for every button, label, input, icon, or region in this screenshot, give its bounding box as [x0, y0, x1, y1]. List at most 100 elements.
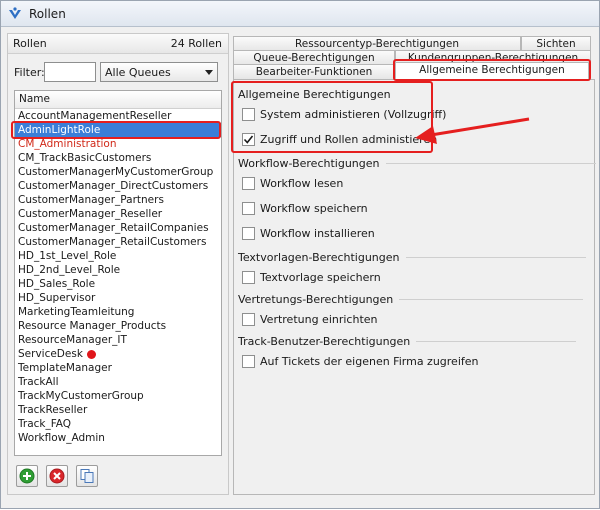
highlight-general-permissions	[231, 81, 433, 153]
tab-bearbeiter-funktionen[interactable]: Bearbeiter-Funktionen	[233, 64, 395, 79]
delete-icon	[49, 468, 65, 484]
role-list-item[interactable]: CM_TrackBasicCustomers	[15, 151, 221, 165]
role-list-item[interactable]: HD_1st_Level_Role	[15, 249, 221, 263]
role-rows: AccountManagementReseller AdminLightRole C…	[15, 109, 221, 445]
checkbox-vertretung-einrichten[interactable]: Vertretung einrichten	[242, 313, 378, 326]
role-list-item[interactable]: CustomerManager_Partners	[15, 193, 221, 207]
role-list-item[interactable]: CustomerManager_RetailCustomers	[15, 235, 221, 249]
role-list-item[interactable]: MarketingTeamleitung	[15, 305, 221, 319]
role-list-item[interactable]: ResourceManager_IT	[15, 333, 221, 347]
role-name: Track_FAQ	[18, 418, 72, 430]
group-title-text: Workflow-Berechtigungen	[238, 157, 380, 170]
checkbox-workflow-lesen[interactable]: Workflow lesen	[242, 177, 343, 190]
roles-panel-title: Rollen	[13, 37, 47, 50]
checkbox-box[interactable]	[242, 202, 255, 215]
role-name: TrackMyCustomerGroup	[18, 390, 144, 402]
group-title-textvorlagen: Textvorlagen-Berechtigungen	[238, 251, 586, 264]
app-logo-icon	[7, 6, 23, 22]
add-icon	[19, 468, 35, 484]
queue-select-value: Alle Queues	[105, 65, 171, 79]
group-title-text: Track-Benutzer-Berechtigungen	[238, 335, 411, 348]
filter-row: Filter: Alle Queues	[14, 62, 222, 82]
role-name: Workflow_Admin	[18, 432, 105, 444]
role-name: CustomerManager_Partners	[18, 194, 164, 206]
role-name: TemplateManager	[18, 362, 112, 374]
role-list-item[interactable]: TrackMyCustomerGroup	[15, 389, 221, 403]
queue-select[interactable]: Alle Queues	[100, 62, 218, 82]
role-name: CustomerManager_DirectCustomers	[18, 180, 209, 192]
checkbox-box[interactable]	[242, 313, 255, 326]
roles-window: Rollen Rollen 24 Rollen Filter: Alle Que…	[0, 0, 600, 509]
role-name: HD_2nd_Level_Role	[18, 264, 121, 276]
group-title-text: Vertretungs-Berechtigungen	[238, 293, 394, 306]
role-list-item[interactable]: Track_FAQ	[15, 417, 221, 431]
checkbox-workflow-speichern[interactable]: Workflow speichern	[242, 202, 368, 215]
copy-role-button[interactable]	[76, 465, 98, 487]
group-title-workflow: Workflow-Berechtigungen	[238, 157, 596, 170]
checkbox-label: Workflow speichern	[260, 202, 368, 215]
role-list[interactable]: Name AccountManagementReseller AdminLight…	[14, 90, 222, 456]
tab-allgemeine-berechtigungen[interactable]: Allgemeine Berechtigungen	[395, 62, 589, 79]
checkbox-box[interactable]	[242, 271, 255, 284]
role-count: 24 Rollen	[170, 37, 222, 50]
checkbox-label: Textvorlage speichern	[260, 271, 381, 284]
group-title-text: Textvorlagen-Berechtigungen	[238, 251, 400, 264]
role-name: ResourceManager_IT	[18, 334, 127, 346]
role-name: CustomerManagerMyCustomerGroup	[18, 166, 214, 178]
checkbox-label: Workflow lesen	[260, 177, 344, 190]
role-list-item[interactable]: CustomerManager_RetailCompanies	[15, 221, 221, 235]
role-name: CM_TrackBasicCustomers	[18, 152, 152, 164]
roles-panel-header: Rollen 24 Rollen	[8, 34, 228, 54]
tab-queue-berechtigungen[interactable]: Queue-Berechtigungen	[233, 50, 395, 65]
checkbox-box[interactable]	[242, 177, 255, 190]
highlight-selected-role	[11, 121, 221, 139]
filter-label: Filter:	[14, 65, 45, 79]
role-list-item[interactable]: HD_Sales_Role	[15, 277, 221, 291]
role-list-item[interactable]: HD_2nd_Level_Role	[15, 263, 221, 277]
role-name: CustomerManager_RetailCustomers	[18, 236, 207, 248]
role-list-item[interactable]: TrackReseller	[15, 403, 221, 417]
delete-role-button[interactable]	[46, 465, 68, 487]
role-name: CM_Administration	[18, 138, 117, 150]
divider	[399, 299, 584, 300]
checkbox-box[interactable]	[242, 227, 255, 240]
divider	[416, 341, 577, 342]
role-name: CustomerManager_RetailCompanies	[18, 222, 209, 234]
window-title: Rollen	[29, 6, 66, 21]
role-name: MarketingTeamleitung	[18, 306, 135, 318]
role-list-item[interactable]: TrackAll	[15, 375, 221, 389]
role-name: TrackAll	[18, 376, 59, 388]
role-list-item[interactable]: TemplateManager	[15, 361, 221, 375]
role-list-item[interactable]: Workflow_Admin	[15, 431, 221, 445]
roles-panel: Rollen 24 Rollen Filter: Alle Queues Nam…	[7, 33, 229, 495]
role-list-item[interactable]: CM_Administration	[15, 137, 221, 151]
checkbox-tickets-eigene-firma[interactable]: Auf Tickets der eigenen Firma zugreifen	[242, 355, 479, 368]
copy-icon	[80, 469, 94, 483]
group-title-track-benutzer: Track-Benutzer-Berechtigungen	[238, 335, 577, 348]
add-role-button[interactable]	[16, 465, 38, 487]
name-column-header[interactable]: Name	[15, 91, 221, 109]
divider	[385, 163, 596, 164]
role-list-item[interactable]: CustomerManagerMyCustomerGroup	[15, 165, 221, 179]
checkbox-label: Vertretung einrichten	[260, 313, 378, 326]
role-list-item[interactable]: CustomerManager_Reseller	[15, 207, 221, 221]
role-name: ServiceDesk	[18, 348, 83, 360]
role-list-item[interactable]: CustomerManager_DirectCustomers	[15, 179, 221, 193]
role-list-item[interactable]: ServiceDesk	[15, 347, 221, 361]
role-name: TrackReseller	[18, 404, 88, 416]
checkbox-label: Workflow installieren	[260, 227, 375, 240]
checkbox-box[interactable]	[242, 355, 255, 368]
tab-ressourcentyp-berechtigungen[interactable]: Ressourcentyp-Berechtigungen	[233, 36, 521, 51]
role-name: HD_1st_Level_Role	[18, 250, 117, 262]
role-list-item[interactable]: HD_Supervisor	[15, 291, 221, 305]
role-action-buttons	[16, 465, 106, 487]
role-name: Resource Manager_Products	[18, 320, 167, 332]
divider	[405, 257, 586, 258]
chevron-down-icon	[205, 69, 213, 75]
group-title-vertretung: Vertretungs-Berechtigungen	[238, 293, 584, 306]
checkbox-textvorlage-speichern[interactable]: Textvorlage speichern	[242, 271, 381, 284]
filter-input[interactable]	[44, 62, 96, 82]
checkbox-workflow-installieren[interactable]: Workflow installieren	[242, 227, 375, 240]
tab-sichten[interactable]: Sichten	[521, 36, 591, 51]
role-list-item[interactable]: Resource Manager_Products	[15, 319, 221, 333]
